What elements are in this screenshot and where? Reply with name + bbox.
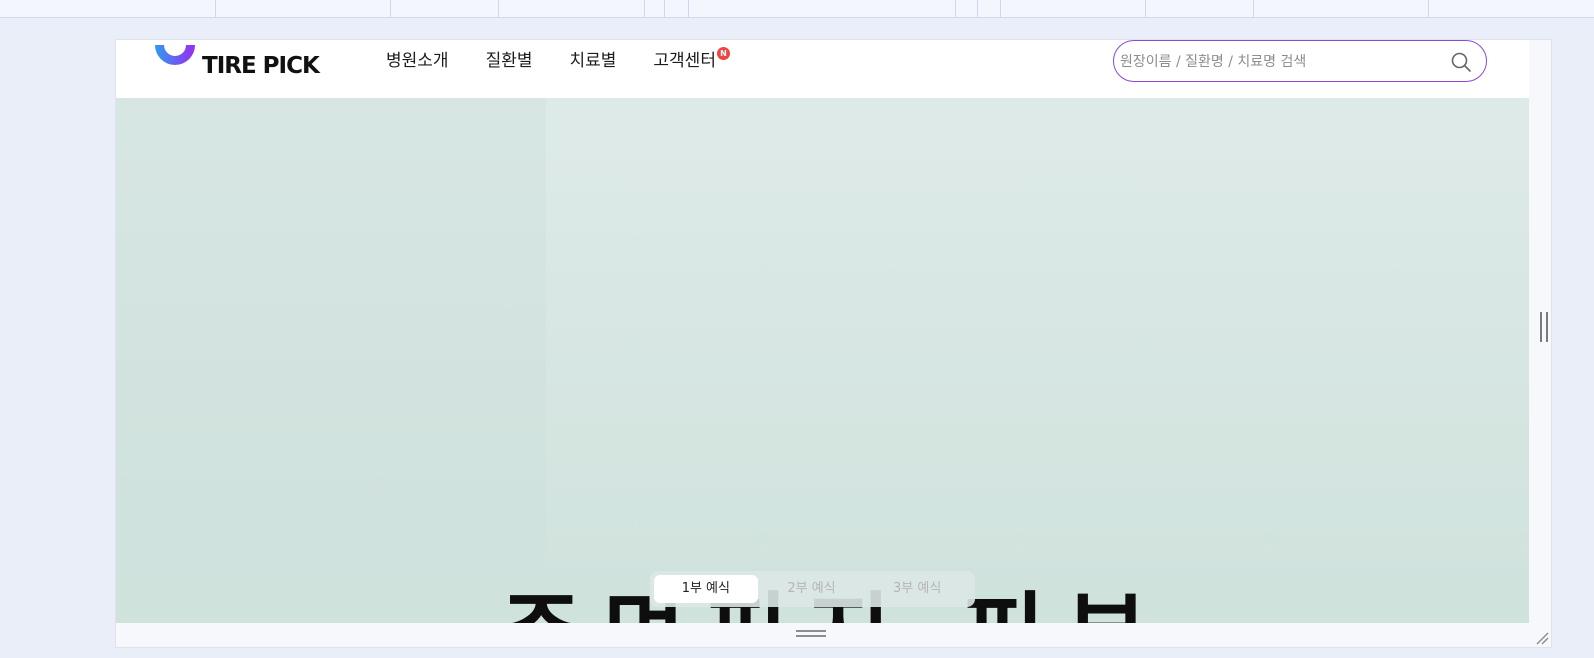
new-badge: N bbox=[716, 47, 730, 60]
search-input[interactable] bbox=[1118, 41, 1442, 83]
ruler-tick bbox=[955, 0, 956, 17]
ruler-tick bbox=[644, 0, 645, 17]
hero-banner: 주먹피지 피부… 1부 예식 2부 예식 3부 예식 bbox=[116, 98, 1529, 623]
nav-item-label: 고객센터 bbox=[653, 51, 716, 71]
resize-handle-vertical[interactable] bbox=[1540, 312, 1548, 342]
search-icon[interactable] bbox=[1450, 51, 1472, 73]
nav-item-by-disease[interactable]: 질환별 bbox=[486, 50, 533, 72]
nav-item-by-treatment[interactable]: 치료별 bbox=[569, 50, 616, 72]
ruler-tick bbox=[1428, 0, 1429, 17]
tab-ceremony-3[interactable]: 3부 예식 bbox=[865, 575, 969, 603]
site-header: TIRE PICK 병원소개 질환별 치료별 고객센터 N bbox=[116, 40, 1529, 99]
resize-corner-icon[interactable] bbox=[1535, 631, 1549, 645]
main-nav: 병원소개 질환별 치료별 고객센터 N bbox=[386, 47, 753, 72]
ruler-tick bbox=[664, 0, 665, 17]
ceremony-tabs: 1부 예식 2부 예식 3부 예식 bbox=[650, 571, 975, 607]
ruler-tick bbox=[1145, 0, 1146, 17]
search-box bbox=[1113, 40, 1487, 83]
nav-item-label: 치료별 bbox=[569, 51, 617, 71]
page-viewport: TIRE PICK 병원소개 질환별 치료별 고객센터 N 원장이름 / 질환명… bbox=[116, 40, 1529, 623]
logo-icon bbox=[155, 45, 195, 65]
top-ruler bbox=[0, 0, 1594, 18]
ruler-tick bbox=[498, 0, 499, 17]
logo-text: TIRE PICK bbox=[202, 53, 320, 79]
nav-item-customer-center[interactable]: 고객센터 N bbox=[653, 47, 730, 72]
ruler-tick bbox=[688, 0, 689, 17]
ruler-tick bbox=[1000, 0, 1001, 17]
nav-item-hospital-intro[interactable]: 병원소개 bbox=[386, 50, 449, 72]
tab-ceremony-1[interactable]: 1부 예식 bbox=[654, 575, 758, 603]
resize-handle-horizontal[interactable] bbox=[796, 630, 826, 637]
ruler-tick bbox=[390, 0, 391, 17]
logo[interactable]: TIRE PICK bbox=[153, 45, 320, 86]
ruler-tick bbox=[215, 0, 216, 17]
nav-item-label: 병원소개 bbox=[386, 51, 449, 71]
nav-item-label: 질환별 bbox=[485, 51, 533, 71]
preview-frame: TIRE PICK 병원소개 질환별 치료별 고객센터 N 원장이름 / 질환명… bbox=[115, 39, 1552, 648]
tab-ceremony-2[interactable]: 2부 예식 bbox=[760, 575, 864, 603]
ruler-tick bbox=[977, 0, 978, 17]
ruler-tick bbox=[1253, 0, 1254, 17]
